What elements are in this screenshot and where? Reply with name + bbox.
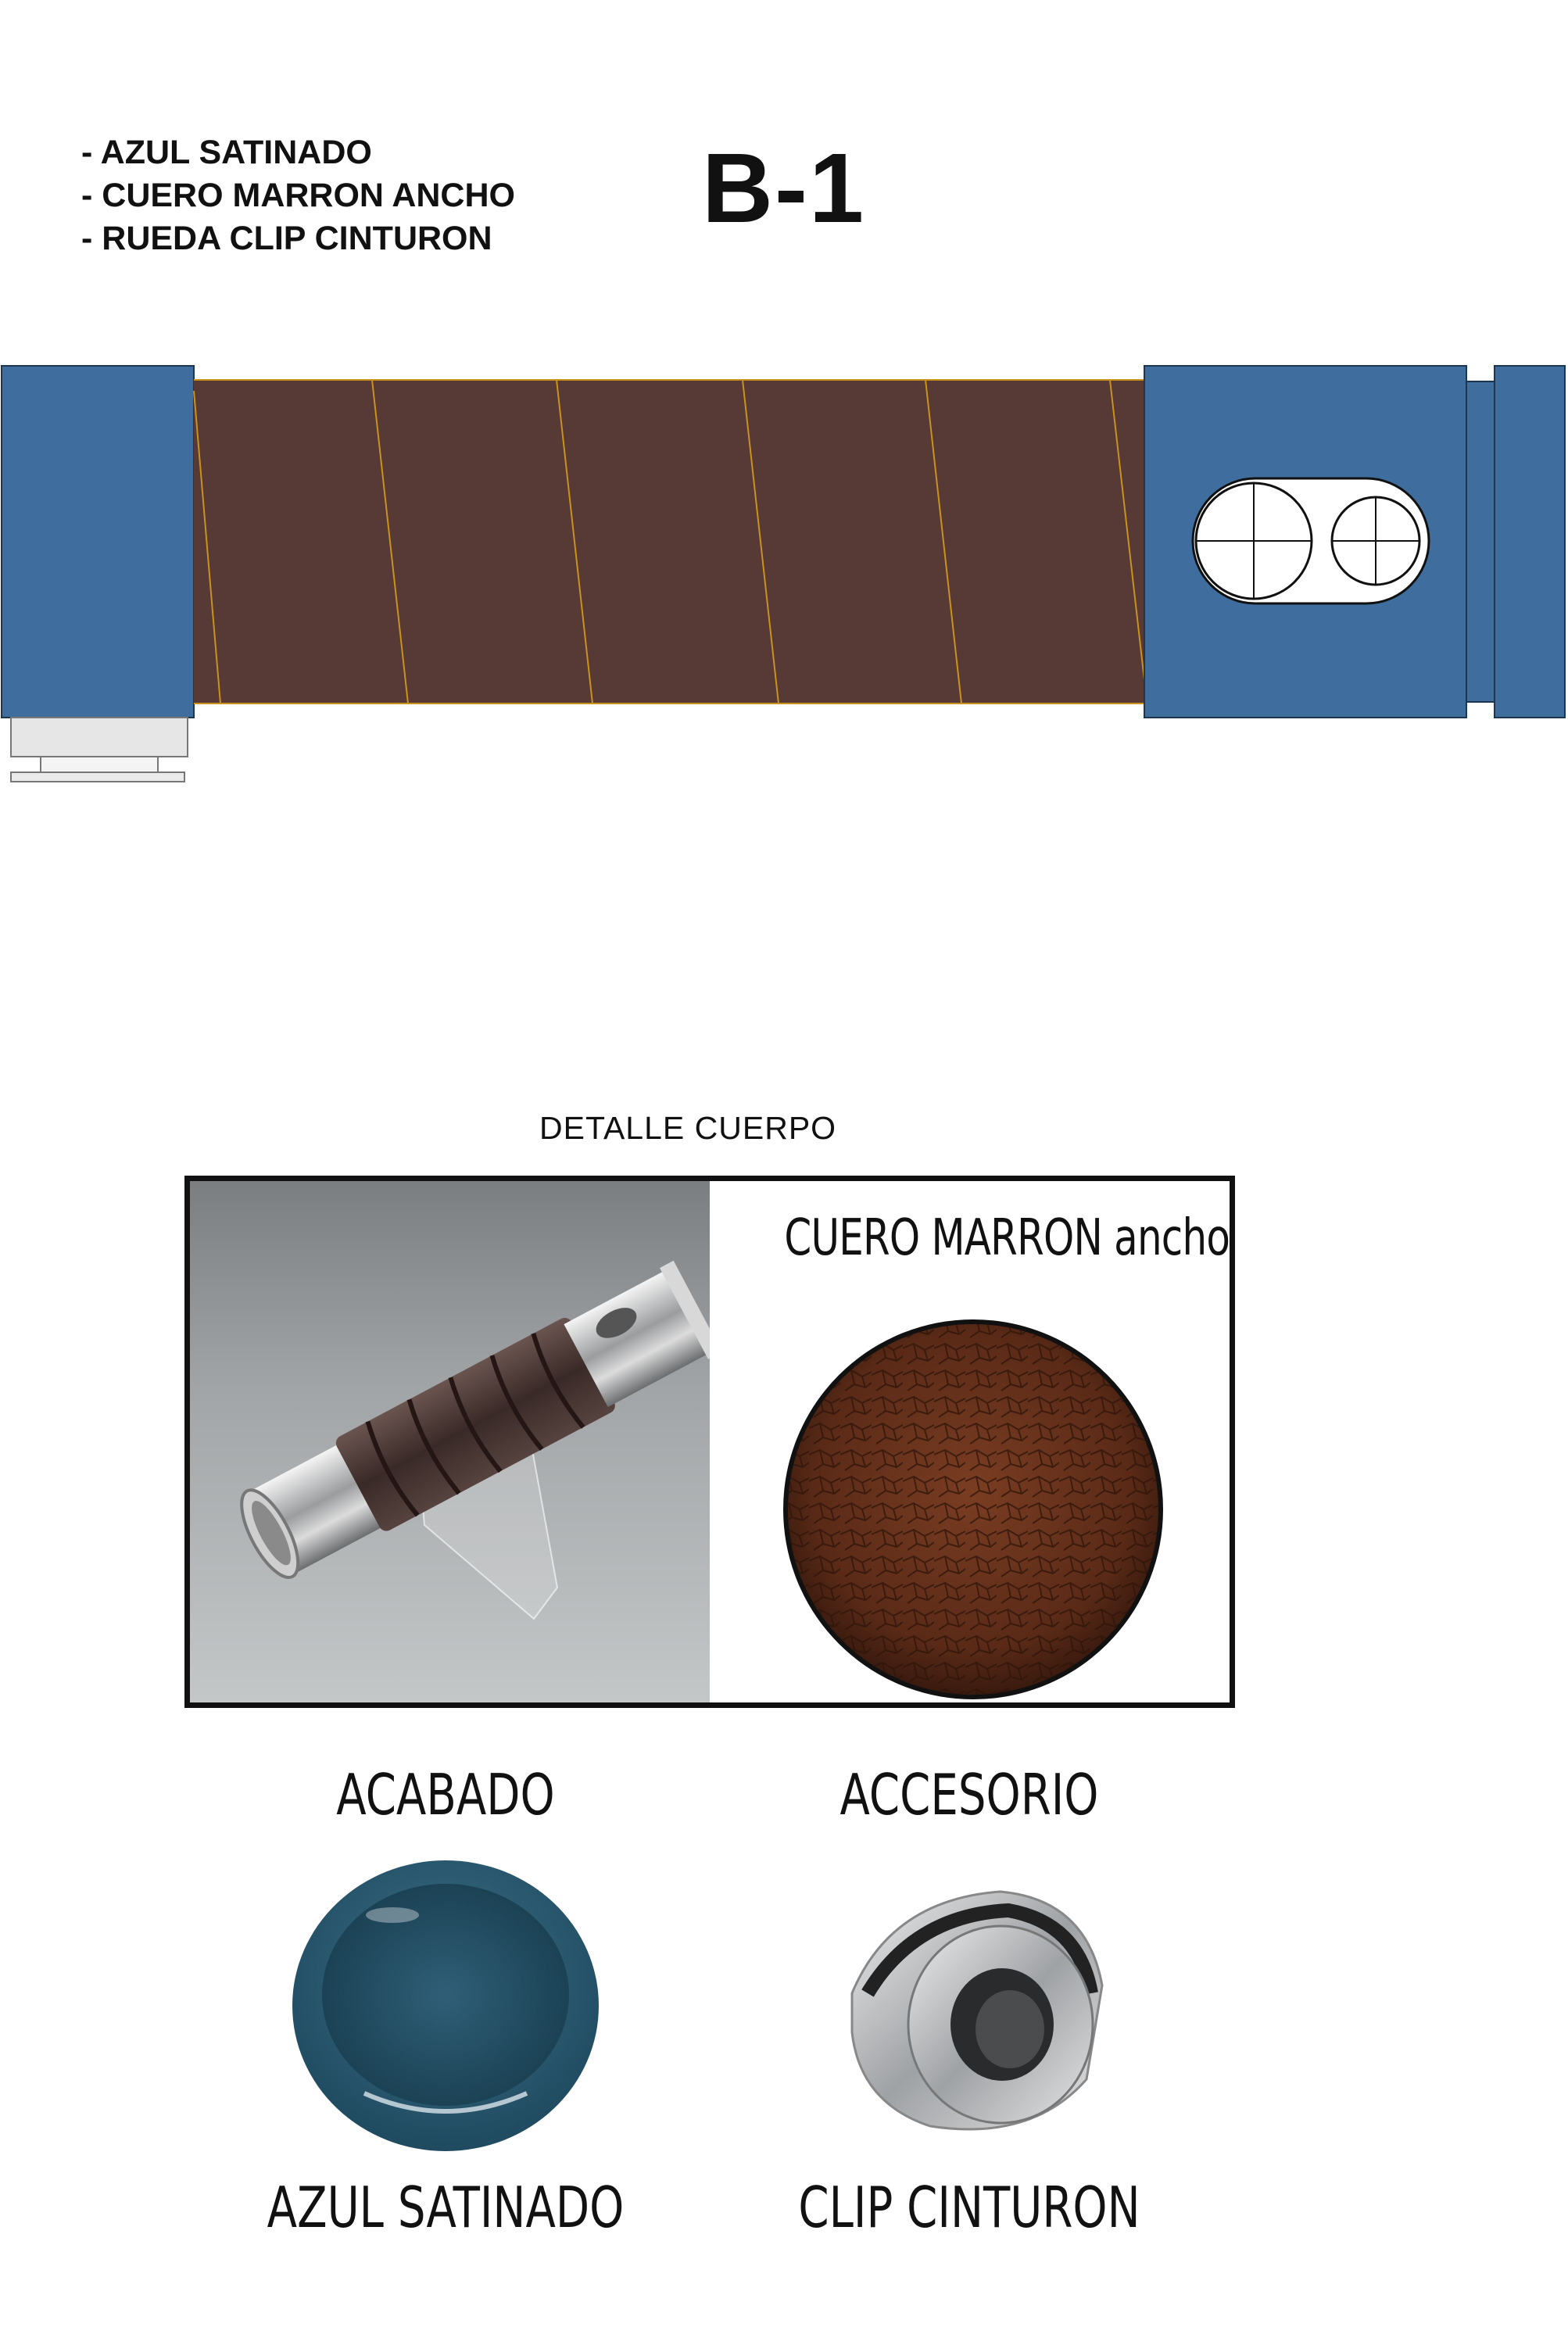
hilt-photo xyxy=(190,1181,722,1702)
leather-name: CUERO MARRON ancho xyxy=(784,1209,1230,1267)
leather-swatch xyxy=(783,1319,1163,1699)
emitter-cap xyxy=(1494,365,1566,718)
clip-wheel-stem xyxy=(40,756,159,773)
detail-title: DETALLE CUERPO xyxy=(539,1110,837,1146)
clip-wheel xyxy=(10,717,188,757)
spec-item-leather: - CUERO MARRON ANCHO xyxy=(81,177,515,214)
pommel-block xyxy=(1,365,195,718)
model-code: B-1 xyxy=(702,133,866,243)
leather-body xyxy=(194,380,1144,704)
accessory-name: CLIP CINTURON xyxy=(798,2175,1140,2240)
emitter-ring xyxy=(1466,381,1495,703)
spec-item-accessory: - RUEDA CLIP CINTURON xyxy=(81,220,492,257)
accessory-swatch xyxy=(850,1890,1104,2131)
finish-swatch xyxy=(292,1860,599,2151)
finish-heading: ACABADO xyxy=(336,1762,555,1828)
finish-name: AZUL SATINADO xyxy=(267,2175,625,2240)
spec-item-finish: - AZUL SATINADO xyxy=(81,134,372,171)
accessory-heading: ACCESORIO xyxy=(839,1762,1099,1828)
clip-wheel-base xyxy=(10,772,185,782)
detail-box: CUERO MARRON ancho xyxy=(184,1176,1235,1708)
hilt-drawing xyxy=(1,365,1566,782)
spec-list: - AZUL SATINADO - CUERO MARRON ANCHO - R… xyxy=(81,131,515,260)
